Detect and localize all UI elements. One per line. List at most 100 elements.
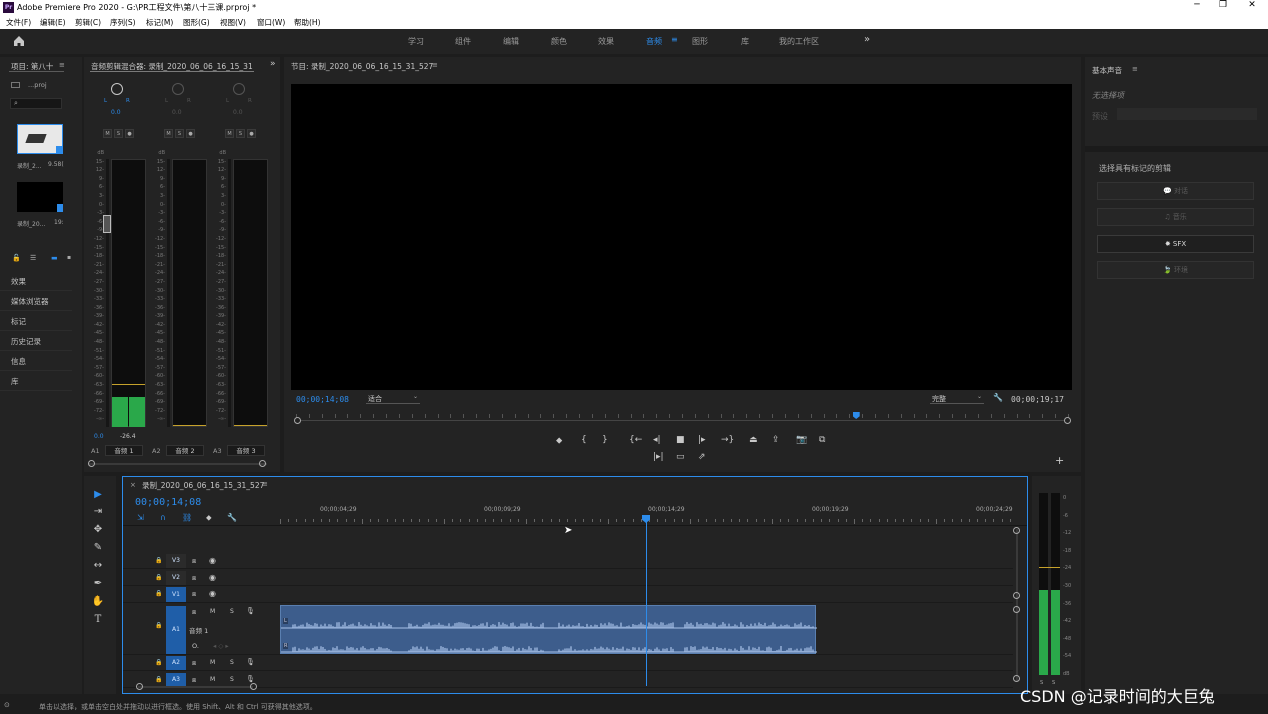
panel-menu-icon[interactable]: ≡ [1132,65,1138,73]
add-marker-icon[interactable]: ⬥ [556,436,562,446]
lock-icon[interactable]: 🔒 [155,659,162,666]
export-frame-icon[interactable]: ⇗ [698,452,706,462]
menu-window[interactable]: 窗口(W) [257,17,285,28]
sync-lock-icon[interactable]: ⧈ [192,659,196,668]
workspace-tab-learn[interactable]: 学习 [408,36,424,47]
menu-edit[interactable]: 编辑(E) [40,17,66,28]
pan-value[interactable]: 0.0 [233,109,243,116]
panel-markers[interactable]: 标记 [0,312,72,331]
timeline-settings-icon[interactable]: 🔧 [227,513,237,522]
workspace-overflow-button[interactable]: » [864,34,870,45]
eye-icon[interactable]: ◉ [209,556,216,565]
microphone-icon[interactable]: 🎙 [246,658,255,666]
solo-track-button[interactable]: S [230,608,234,615]
left-value[interactable]: 0.0 [94,433,104,440]
panel-menu-icon[interactable]: ≡ [59,61,65,69]
sequence-thumbnail[interactable] [17,182,63,212]
panel-menu-icon[interactable]: ≡ [262,480,268,488]
camera-icon[interactable]: 📷 [796,435,807,445]
sync-lock-icon[interactable]: ⧈ [192,608,196,617]
lock-icon[interactable]: 🔒 [155,622,162,629]
horizontal-scrollbar[interactable] [138,686,253,688]
record-button[interactable]: ● [186,129,195,138]
fader-track[interactable] [106,159,109,427]
ambience-button[interactable]: 🍃 环境 [1097,261,1254,279]
eye-icon[interactable]: ◉ [209,573,216,582]
sync-lock-icon[interactable]: ⧈ [192,557,196,566]
program-scrub-bar[interactable] [294,412,1071,426]
mute-button[interactable]: M [103,129,112,138]
mute-track-button[interactable]: M [210,608,215,615]
step-back-icon[interactable]: ◂| [653,435,661,445]
panel-effects[interactable]: 效果 [0,272,72,291]
pan-knob-icon[interactable] [233,83,245,95]
panel-overflow-icon[interactable]: » [270,59,276,69]
pan-knob-icon[interactable] [172,83,184,95]
mute-button[interactable]: M [225,129,234,138]
razor-tool-icon[interactable]: ✎ [89,540,107,556]
track-target[interactable]: A3 [166,673,186,687]
mute-button[interactable]: M [164,129,173,138]
track-target[interactable]: V3 [166,554,186,568]
microphone-icon[interactable]: 🎙 [246,675,255,683]
fader-track[interactable] [228,159,231,427]
ripple-edit-tool-icon[interactable]: ✥ [89,522,107,538]
go-to-in-icon[interactable]: {← [629,435,642,445]
volume-knob-icon[interactable]: O. [192,642,199,650]
icon-view-icon[interactable]: ▬ [51,254,58,262]
audio-clip[interactable]: L R [280,605,817,654]
panel-libraries[interactable]: 库 [0,372,72,391]
mixer-scrollbar[interactable] [89,463,267,465]
menu-help[interactable]: 帮助(H) [294,17,321,28]
slip-tool-icon[interactable]: ↔ [89,558,107,574]
timeline-timecode[interactable]: 00;00;14;08 [135,497,201,508]
minimize-icon[interactable]: ─ [1189,0,1205,14]
clip-thumbnail[interactable] [17,124,63,154]
channel-name[interactable]: 音频 2 [166,445,204,456]
quality-select[interactable]: 完整 ⌄ [930,392,984,404]
keyframe-nav-icon[interactable]: ◂ ◇ ▸ [213,642,229,650]
insert-icon[interactable]: |▸| [653,452,664,462]
snap-icon[interactable]: ∩ [160,513,166,522]
fader-handle[interactable] [103,215,111,233]
lock-icon[interactable]: 🔓 [12,254,21,262]
mute-track-button[interactable]: M [210,676,215,683]
linked-selection-icon[interactable]: ⛓ [182,513,192,522]
maximize-icon[interactable]: ❐ [1215,0,1231,14]
sequence-tab[interactable]: 录制_2020_06_06_16_15_31_527 [142,480,264,491]
pan-value[interactable]: 0.0 [172,109,182,116]
panel-info[interactable]: 信息 [0,352,72,371]
safe-margins-icon[interactable]: ▭ [676,452,685,462]
workspace-tab-assembly[interactable]: 组件 [455,36,471,47]
step-forward-icon[interactable]: |▸ [698,435,706,445]
music-button[interactable]: ♫ 音乐 [1097,208,1254,226]
channel-name[interactable]: 音频 1 [105,445,143,456]
menu-clip[interactable]: 剪辑(C) [75,17,101,28]
lock-icon[interactable]: 🔒 [155,557,162,564]
menu-view[interactable]: 视图(V) [220,17,246,28]
add-marker-icon[interactable]: ⬥ [206,513,212,523]
timeline-playhead-line[interactable] [646,516,647,686]
lock-icon[interactable]: 🔒 [155,574,162,581]
type-tool-icon[interactable]: T [89,612,107,628]
workspace-tab-editing[interactable]: 编辑 [503,36,519,47]
program-timecode[interactable]: 00;00;14;08 [296,395,349,404]
extract-icon[interactable]: ⇪ [772,435,780,445]
selection-tool-icon[interactable]: ▶ [89,487,107,503]
lift-icon[interactable]: ⏏ [749,435,758,445]
go-to-out-icon[interactable]: →} [721,435,734,445]
pan-value[interactable]: 0.0 [111,109,121,116]
solo-button[interactable]: S [114,129,123,138]
lock-icon[interactable]: 🔒 [155,590,162,597]
home-icon[interactable] [12,34,26,48]
track-target[interactable]: V2 [166,571,186,585]
menu-marker[interactable]: 标记(M) [146,17,173,28]
program-monitor-title[interactable]: 节目: 录制_2020_06_06_16_15_31_527 [291,61,433,72]
add-button-icon[interactable]: + [1055,454,1064,467]
panel-history[interactable]: 历史记录 [0,332,72,351]
panel-menu-icon[interactable]: ≡ [432,61,438,69]
mute-track-button[interactable]: M [210,659,215,666]
sfx-button[interactable]: ✸ SFX [1097,235,1254,253]
channel-name[interactable]: 音频 3 [227,445,265,456]
zoom-select[interactable]: 适合 ⌄ [366,392,420,404]
